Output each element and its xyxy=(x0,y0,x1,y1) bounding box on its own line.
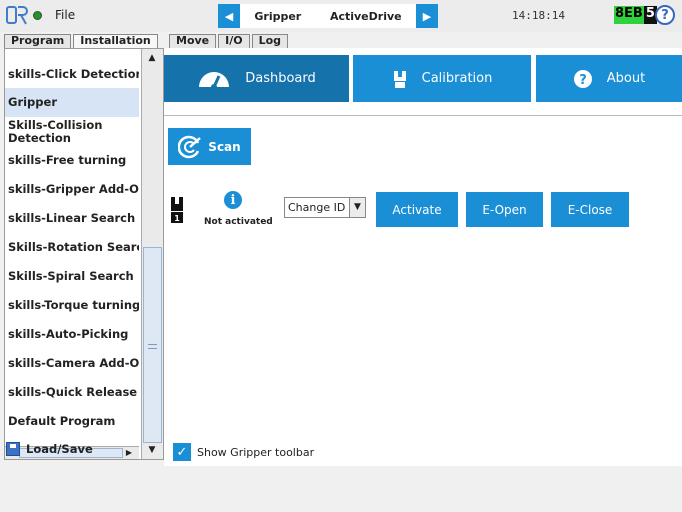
dashboard-button[interactable]: Dashboard xyxy=(164,55,349,102)
program-name: Gripper xyxy=(254,9,302,23)
activate-button[interactable]: Activate xyxy=(376,192,458,227)
sidebar-item-free-turning[interactable]: skills-Free turning xyxy=(5,154,139,167)
sidebar-item-click-detection[interactable]: skills-Click Detection xyxy=(5,68,139,81)
radar-icon xyxy=(178,135,202,158)
program-mode-display: Gripper ActiveDrive xyxy=(240,4,416,28)
speedometer-icon xyxy=(197,70,231,88)
sidebar-item-spiral-search[interactable]: Skills-Spiral Search xyxy=(5,270,139,283)
scan-button[interactable]: Scan xyxy=(168,128,251,165)
tab-move[interactable]: Move xyxy=(169,34,217,48)
calibration-button[interactable]: Calibration xyxy=(353,55,531,102)
load-save-label: Load/Save xyxy=(26,442,93,456)
question-icon: ? xyxy=(573,69,593,89)
bottom-bar xyxy=(0,466,682,512)
sidebar-list: skills-Click Detection Gripper Skills-Co… xyxy=(5,49,139,446)
secondary-tabs: Move I/O Log xyxy=(169,34,290,48)
gripper-calibration-icon xyxy=(392,69,408,89)
sidebar-item-linear-search[interactable]: skills-Linear Search xyxy=(5,212,139,225)
scan-label: Scan xyxy=(208,139,241,154)
file-menu[interactable]: File xyxy=(55,8,75,22)
program-navigator: ◀ Gripper ActiveDrive ▶ xyxy=(218,4,438,28)
load-save-button[interactable]: Load/Save xyxy=(6,442,93,456)
sidebar-vertical-scrollbar[interactable]: ▲ ▼ xyxy=(141,49,163,459)
show-gripper-toolbar-option[interactable]: ✓ Show Gripper toolbar xyxy=(173,443,314,461)
change-id-label: Change ID xyxy=(288,201,346,214)
sidebar-item-gripper-add-on[interactable]: skills-Gripper Add-On xyxy=(5,183,139,196)
tab-log[interactable]: Log xyxy=(251,34,289,48)
tab-io[interactable]: I/O xyxy=(218,34,250,48)
top-bar: File ◀ Gripper ActiveDrive ▶ 14:18:14 8E… xyxy=(0,0,682,32)
installation-sidebar: skills-Click Detection Gripper Skills-Co… xyxy=(4,48,164,460)
help-icon[interactable]: ? xyxy=(655,5,675,25)
svg-text:?: ? xyxy=(579,73,587,88)
e-open-button[interactable]: E-Open xyxy=(466,192,543,227)
main-tabs: Program Installation xyxy=(4,34,160,48)
ur-logo-icon[interactable] xyxy=(6,6,28,26)
gripper-status-text: Not activated xyxy=(204,217,273,227)
robot-id-badge: 8EB 5 xyxy=(614,6,657,24)
sidebar-item-torque-turning[interactable]: skills-Torque turning xyxy=(5,299,139,312)
gripper-panel: Dashboard Calibration ? About Scan 1 i N… xyxy=(164,48,682,466)
previous-arrow-icon[interactable]: ◀ xyxy=(218,4,240,28)
next-arrow-icon[interactable]: ▶ xyxy=(416,4,438,28)
checkmark-icon[interactable]: ✓ xyxy=(173,443,191,461)
dashboard-label: Dashboard xyxy=(245,71,316,86)
e-close-button[interactable]: E-Close xyxy=(551,192,629,227)
gripper-device-icon: 1 xyxy=(171,197,183,223)
tab-program[interactable]: Program xyxy=(4,34,72,48)
show-gripper-toolbar-label: Show Gripper toolbar xyxy=(197,445,315,459)
dropdown-arrow-icon[interactable]: ▼ xyxy=(349,198,365,217)
sidebar-item-rotation-search[interactable]: Skills-Rotation Search xyxy=(5,241,139,254)
sidebar-item-default-program[interactable]: Default Program xyxy=(5,415,139,428)
sidebar-item-gripper[interactable]: Gripper xyxy=(5,88,139,117)
sidebar-item-camera-add-on[interactable]: skills-Camera Add-On xyxy=(5,357,139,370)
clock: 14:18:14 xyxy=(512,9,565,22)
robot-status-icon xyxy=(33,11,42,20)
sidebar-item-auto-picking[interactable]: skills-Auto-Picking xyxy=(5,328,139,341)
scroll-right-icon[interactable]: ▶ xyxy=(123,447,135,459)
sidebar-item-quick-release[interactable]: skills-Quick Release xyxy=(5,386,139,399)
mode-name: ActiveDrive xyxy=(329,9,402,23)
tab-installation[interactable]: Installation xyxy=(73,34,158,48)
sidebar-item-collision-detection[interactable]: Skills-Collision Detection xyxy=(5,119,139,145)
floppy-disk-icon xyxy=(6,442,20,456)
scrollbar-thumb[interactable] xyxy=(143,247,162,443)
info-icon[interactable]: i xyxy=(224,191,242,209)
change-id-dropdown[interactable]: Change ID ▼ xyxy=(284,197,366,218)
scroll-down-icon[interactable]: ▼ xyxy=(142,443,162,457)
svg-text:1: 1 xyxy=(174,214,180,223)
about-label: About xyxy=(606,71,646,86)
scroll-up-icon[interactable]: ▲ xyxy=(142,51,162,65)
about-button[interactable]: ? About xyxy=(536,55,682,102)
divider xyxy=(164,115,682,116)
robot-id-green: 8EB xyxy=(614,6,644,24)
calibration-label: Calibration xyxy=(421,71,493,86)
